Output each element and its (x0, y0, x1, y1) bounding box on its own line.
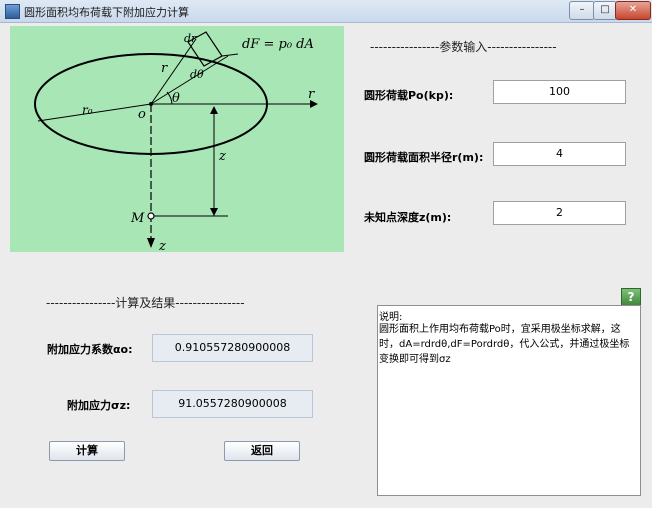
help-icon[interactable]: ? (621, 288, 641, 306)
depth-z-label: z (218, 149, 226, 164)
depth-arrow-top (210, 106, 218, 114)
depth-arrow-bottom (210, 208, 218, 216)
window-title: 圆形面积均布荷载下附加应力计算 (24, 6, 189, 19)
close-button[interactable]: ✕ (615, 1, 651, 20)
title-bar: 圆形面积均布荷载下附加应力计算 – □ ✕ (0, 0, 652, 23)
point-m-marker (147, 212, 155, 220)
z-axis-label: z (158, 239, 166, 252)
diagram-svg: dF = p₀ dA r dθ dr θ r r₀ o z M z (34, 31, 318, 252)
df-leader (221, 53, 239, 57)
results-section-title: ----------------计算及结果---------------- (46, 296, 245, 310)
r-label: r (161, 61, 168, 76)
r-axis-label: r (308, 87, 315, 102)
origin-dot (149, 102, 153, 106)
maximize-button[interactable]: □ (593, 1, 617, 20)
z-axis-arrow (147, 238, 155, 248)
point-m-label: M (130, 211, 145, 226)
r0-line (37, 103, 152, 122)
params-section-title: ----------------参数输入---------------- (370, 40, 557, 54)
load-input[interactable]: 100 (493, 80, 626, 104)
stress-label: 附加应力σz: (67, 399, 131, 412)
radius-input[interactable]: 4 (493, 142, 626, 166)
coef-label: 附加应力系数αo: (47, 343, 133, 356)
notes-textarea[interactable]: 说明: 圆形面积上作用均布荷载Po时，宜采用极坐标求解，这时，dA=rdrdθ,… (377, 305, 641, 496)
dr-label: dr (184, 32, 197, 45)
notes-body: 圆形面积上作用均布荷载Po时，宜采用极坐标求解，这时，dA=rdrdθ,dF=P… (379, 324, 630, 365)
stress-output: 91.0557280900008 (152, 390, 313, 418)
depth-label: 未知点深度z(m): (364, 211, 452, 224)
app-icon (5, 4, 20, 19)
depth-input[interactable]: 2 (493, 201, 626, 225)
r0-label: r₀ (82, 103, 93, 117)
load-label: 圆形荷载Po(kp): (364, 89, 454, 102)
radius-label: 圆形荷载面积半径r(m): (364, 151, 484, 164)
coef-output: 0.910557280900008 (152, 334, 313, 362)
minimize-button[interactable]: – (569, 1, 595, 20)
df-formula-label: dF = p₀ dA (242, 37, 314, 52)
notes-title: 说明: (379, 312, 403, 323)
theta-label: θ (172, 91, 180, 106)
back-button[interactable]: 返回 (224, 441, 300, 461)
origin-label: o (138, 107, 146, 122)
dtheta-label: dθ (190, 68, 204, 81)
calculate-button[interactable]: 计算 (49, 441, 125, 461)
load-diagram: dF = p₀ dA r dθ dr θ r r₀ o z M z (10, 26, 344, 252)
